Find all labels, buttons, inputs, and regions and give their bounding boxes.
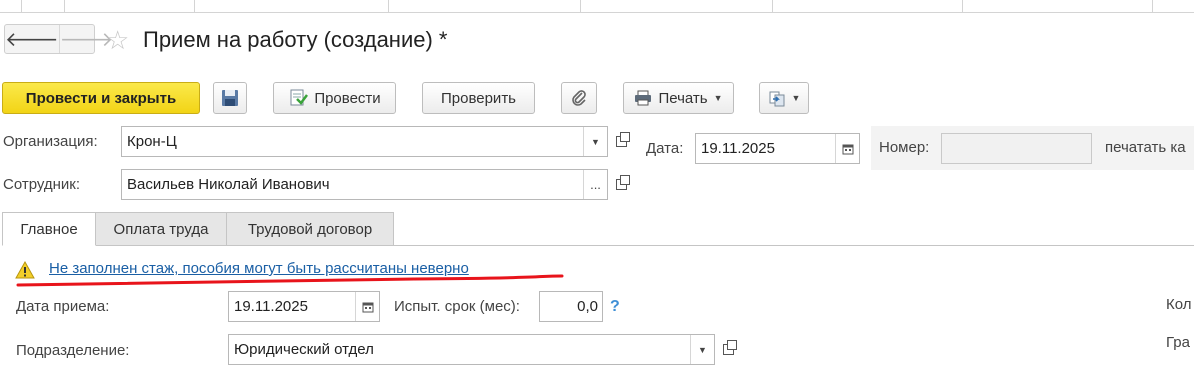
right-label-2: Гра bbox=[1166, 334, 1190, 351]
organization-field[interactable]: Крон-Ц ▼ bbox=[121, 126, 608, 157]
post-and-close-label: Провести и закрыть bbox=[25, 89, 177, 107]
post-and-close-button[interactable]: Провести и закрыть bbox=[2, 82, 200, 114]
post-label: Провести bbox=[314, 89, 381, 107]
post-button[interactable]: Провести bbox=[273, 82, 396, 114]
open-form-icon bbox=[615, 175, 630, 190]
exchange-icon bbox=[769, 91, 785, 107]
tab-contract-label: Трудовой договор bbox=[247, 220, 373, 238]
date-field[interactable]: 19.11.2025 bbox=[695, 133, 860, 164]
exchange-button[interactable]: ▼ bbox=[759, 82, 809, 114]
hire-date-label: Дата приема: bbox=[16, 298, 110, 315]
chevron-down-icon: ▼ bbox=[791, 93, 801, 103]
back-button[interactable]: 🡐 bbox=[5, 25, 59, 53]
red-underline-annotation bbox=[16, 274, 564, 287]
number-field[interactable] bbox=[941, 133, 1092, 164]
calendar-icon[interactable] bbox=[835, 134, 859, 163]
check-label: Проверить bbox=[440, 89, 516, 107]
tab-main[interactable]: Главное bbox=[2, 212, 96, 246]
top-tabs-strip bbox=[0, 0, 1194, 13]
open-organization-button[interactable] bbox=[610, 126, 632, 157]
dropdown-arrow-icon[interactable]: ▼ bbox=[690, 335, 714, 364]
printer-icon bbox=[635, 90, 652, 106]
save-button[interactable] bbox=[213, 82, 247, 114]
tab-contract[interactable]: Трудовой договор bbox=[226, 212, 394, 246]
department-label: Подразделение: bbox=[16, 342, 130, 359]
open-form-icon bbox=[722, 340, 737, 355]
print-as-label: печатать ка bbox=[1105, 139, 1186, 156]
post-document-icon bbox=[290, 89, 309, 106]
navigation-buttons: 🡐 🡒 bbox=[4, 24, 113, 54]
page-title: Прием на работу (создание) * bbox=[143, 27, 448, 52]
probation-label: Испыт. срок (мес): bbox=[394, 298, 520, 315]
open-form-icon bbox=[615, 132, 630, 147]
number-label: Номер: bbox=[879, 139, 930, 156]
help-icon[interactable]: ? bbox=[610, 298, 620, 316]
open-department-button[interactable] bbox=[717, 334, 739, 365]
date-label: Дата: bbox=[646, 140, 684, 157]
tab-main-label: Главное bbox=[20, 220, 78, 238]
right-label-1: Кол bbox=[1166, 296, 1192, 313]
select-employee-button[interactable]: ... bbox=[583, 170, 607, 199]
open-employee-button[interactable] bbox=[610, 169, 632, 200]
employee-label: Сотрудник: bbox=[3, 176, 81, 193]
date-value: 19.11.2025 bbox=[701, 140, 775, 157]
probation-value: 0,0 bbox=[577, 298, 598, 315]
hire-date-field[interactable]: 19.11.2025 bbox=[228, 291, 380, 322]
tab-payment-label: Оплата труда bbox=[113, 220, 209, 238]
floppy-disk-icon bbox=[222, 90, 238, 106]
organization-label: Организация: bbox=[3, 133, 98, 150]
check-button[interactable]: Проверить bbox=[422, 82, 535, 114]
dropdown-arrow-icon[interactable]: ▼ bbox=[583, 127, 607, 156]
probation-field[interactable]: 0,0 bbox=[539, 291, 603, 322]
print-label: Печать bbox=[658, 89, 708, 107]
attach-files-button[interactable] bbox=[561, 82, 597, 114]
calendar-icon[interactable] bbox=[355, 292, 379, 321]
department-value: Юридический отдел bbox=[234, 341, 374, 358]
tab-payment[interactable]: Оплата труда bbox=[95, 212, 227, 246]
employee-field[interactable]: Васильев Николай Иванович ... bbox=[121, 169, 608, 200]
arrow-left-icon: 🡐 bbox=[5, 28, 59, 51]
print-button[interactable]: Печать ▼ bbox=[623, 82, 734, 114]
star-icon[interactable]: ☆ bbox=[106, 26, 129, 54]
hire-date-value: 19.11.2025 bbox=[234, 298, 308, 315]
chevron-down-icon: ▼ bbox=[713, 93, 723, 103]
organization-value: Крон-Ц bbox=[127, 133, 177, 150]
employee-value: Васильев Николай Иванович bbox=[127, 176, 330, 193]
paperclip-icon bbox=[572, 90, 586, 106]
department-field[interactable]: Юридический отдел ▼ bbox=[228, 334, 715, 365]
